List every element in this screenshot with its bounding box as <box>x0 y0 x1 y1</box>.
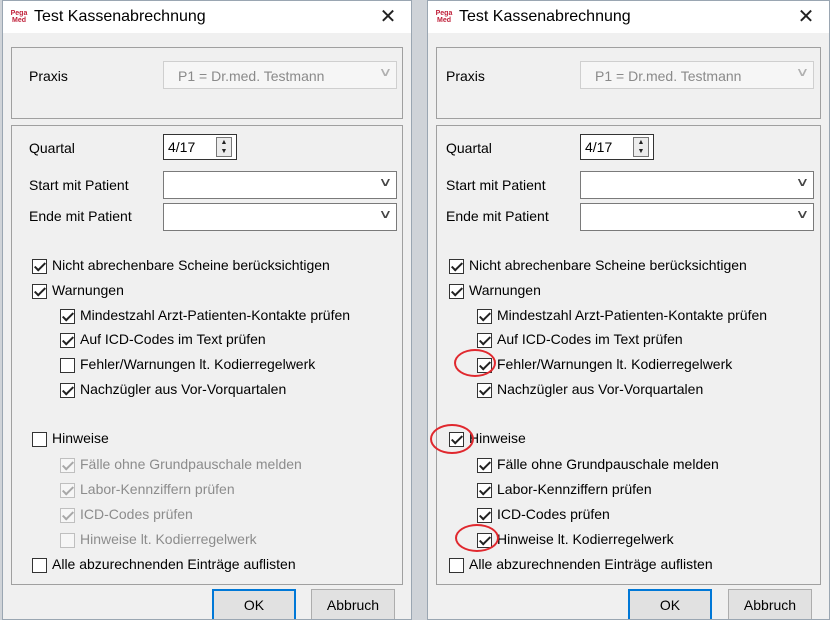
quartal-value: 4/17 <box>168 139 196 155</box>
checkbox-icon <box>477 309 492 324</box>
start-patient-select[interactable]: ∨ <box>163 171 397 199</box>
annotation-ring-hinweise <box>430 424 474 454</box>
checkbox-icon <box>477 458 492 473</box>
checkbox-icon <box>32 558 47 573</box>
checkbox-label: Labor-Kennziffern prüfen <box>497 481 652 497</box>
cancel-button[interactable]: Abbruch <box>728 589 812 619</box>
dialog-title: Test Kassenabrechnung <box>459 8 631 25</box>
checkbox-label: Nicht abrechenbare Scheine berücksichtig… <box>52 257 330 273</box>
quartal-value: 4/17 <box>585 139 613 155</box>
ende-patient-label: Ende mit Patient <box>446 208 549 224</box>
title-bar: Pega Med Test Kassenabrechnung ✕ <box>428 1 829 33</box>
chevron-down-icon: ∨ <box>378 207 393 221</box>
checkbox-icon <box>60 483 75 498</box>
ende-patient-select[interactable]: ∨ <box>163 203 397 231</box>
praxis-label: Praxis <box>446 68 485 84</box>
spin-buttons[interactable]: ▲ ▼ <box>633 137 649 157</box>
chevron-down-icon: ∨ <box>378 65 393 79</box>
checkbox-label: Auf ICD-Codes im Text prüfen <box>497 331 683 347</box>
checkbox-icon <box>32 432 47 447</box>
checkbox-icon <box>60 309 75 324</box>
checkbox-label: Fälle ohne Grundpauschale melden <box>497 456 719 472</box>
checkbox-label: Fehler/Warnungen lt. Kodierregelwerk <box>80 356 316 372</box>
spin-up-icon[interactable]: ▲ <box>634 138 648 147</box>
checkbox-label: Nachzügler aus Vor-Vorquartalen <box>497 381 704 397</box>
checkbox-label: Alle abzurechnenden Einträge auflisten <box>469 556 713 572</box>
ok-button[interactable]: OK <box>212 589 296 619</box>
quartal-label: Quartal <box>446 140 492 156</box>
annotation-ring-hinweise-kodier <box>455 524 499 552</box>
checkbox-label: Nachzügler aus Vor-Vorquartalen <box>80 381 287 397</box>
cancel-button[interactable]: Abbruch <box>311 589 395 619</box>
checkbox-label: Hinweise <box>52 430 109 446</box>
start-patient-select[interactable]: ∨ <box>580 171 814 199</box>
checkbox-label: Warnungen <box>469 282 541 298</box>
dialog-after: Pega Med Test Kassenabrechnung ✕ Praxis P… <box>427 0 830 620</box>
annotation-ring-fehler <box>454 349 496 377</box>
ok-button[interactable]: OK <box>628 589 712 619</box>
checkbox-label: Hinweise lt. Kodierregelwerk <box>497 531 674 547</box>
spin-up-icon[interactable]: ▲ <box>217 138 231 147</box>
checkbox-label: Labor-Kennziffern prüfen <box>80 481 235 497</box>
start-patient-label: Start mit Patient <box>29 177 129 193</box>
chevron-down-icon: ∨ <box>795 207 810 221</box>
checkbox-label: ICD-Codes prüfen <box>497 506 610 522</box>
close-icon: ✕ <box>379 6 397 28</box>
praxis-select[interactable]: P1 = Dr.med. Testmann ∨ <box>163 61 397 89</box>
checkbox-icon <box>477 383 492 398</box>
quartal-spinner[interactable]: 4/17 ▲ ▼ <box>163 134 237 160</box>
checkbox-icon <box>449 259 464 274</box>
checkbox-label: ICD-Codes prüfen <box>80 506 193 522</box>
start-patient-label: Start mit Patient <box>446 177 546 193</box>
checkbox-icon <box>60 383 75 398</box>
app-logo-icon: Pega Med <box>10 10 28 24</box>
checkbox-label: Mindestzahl Arzt-Patienten-Kontakte prüf… <box>80 307 351 323</box>
spin-down-icon[interactable]: ▼ <box>634 147 648 156</box>
app-logo-icon: Pega Med <box>435 10 453 24</box>
close-icon: ✕ <box>797 6 815 28</box>
checkbox-label: Fehler/Warnungen lt. Kodierregelwerk <box>497 356 733 372</box>
chevron-down-icon: ∨ <box>795 175 810 189</box>
checkbox-icon <box>60 358 75 373</box>
checkbox-label: Mindestzahl Arzt-Patienten-Kontakte prüf… <box>497 307 768 323</box>
checkbox-icon <box>477 508 492 523</box>
title-bar: Pega Med Test Kassenabrechnung ✕ <box>3 1 411 33</box>
checkbox-icon <box>449 284 464 299</box>
checkbox-label: Auf ICD-Codes im Text prüfen <box>80 331 266 347</box>
checkbox-label: Hinweise lt. Kodierregelwerk <box>80 531 257 547</box>
spin-down-icon[interactable]: ▼ <box>217 147 231 156</box>
checkbox-icon <box>477 483 492 498</box>
checkbox-icon <box>32 284 47 299</box>
dialog-title: Test Kassenabrechnung <box>34 8 206 25</box>
checkbox-icon <box>60 458 75 473</box>
quartal-spinner[interactable]: 4/17 ▲ ▼ <box>580 134 654 160</box>
praxis-select-value: P1 = Dr.med. Testmann <box>595 68 742 84</box>
praxis-select[interactable]: P1 = Dr.med. Testmann ∨ <box>580 61 814 89</box>
dialog-before: Pega Med Test Kassenabrechnung ✕ Praxis P… <box>2 0 412 620</box>
close-button[interactable]: ✕ <box>783 1 829 33</box>
praxis-select-value: P1 = Dr.med. Testmann <box>178 68 325 84</box>
checkbox-icon <box>449 558 464 573</box>
spin-buttons[interactable]: ▲ ▼ <box>216 137 232 157</box>
close-button[interactable]: ✕ <box>365 1 411 33</box>
checkbox-icon <box>60 533 75 548</box>
chevron-down-icon: ∨ <box>378 175 393 189</box>
chevron-down-icon: ∨ <box>795 65 810 79</box>
checkbox-icon <box>60 333 75 348</box>
checkbox-icon <box>477 333 492 348</box>
checkbox-icon <box>32 259 47 274</box>
checkbox-icon <box>60 508 75 523</box>
ende-patient-select[interactable]: ∨ <box>580 203 814 231</box>
quartal-label: Quartal <box>29 140 75 156</box>
ende-patient-label: Ende mit Patient <box>29 208 132 224</box>
checkbox-label: Nicht abrechenbare Scheine berücksichtig… <box>469 257 747 273</box>
checkbox-label: Warnungen <box>52 282 124 298</box>
checkbox-label: Alle abzurechnenden Einträge auflisten <box>52 556 296 572</box>
checkbox-label: Fälle ohne Grundpauschale melden <box>80 456 302 472</box>
checkbox-label: Hinweise <box>469 430 526 446</box>
praxis-label: Praxis <box>29 68 68 84</box>
